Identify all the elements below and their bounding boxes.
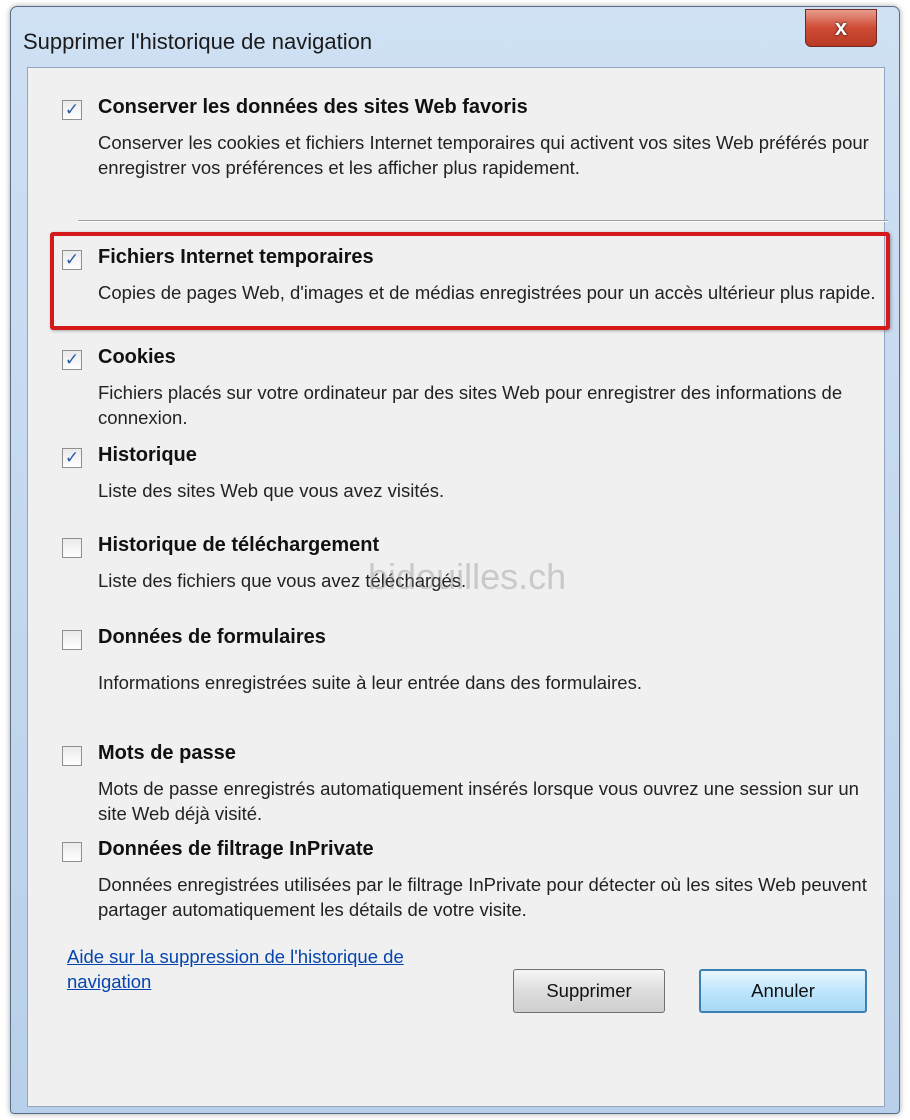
watermark: bidouilles.ch [368,556,567,597]
checkbox-inprivate-filtering[interactable] [62,842,82,862]
option-label: Historique [98,444,197,466]
option-description: Liste des sites Web que vous avez visité… [98,480,445,501]
option-label: Données de formulaires [98,626,326,648]
checkbox-cookies[interactable] [62,350,82,370]
option-description: Mots de passe enregistrés automatiquemen… [98,778,859,824]
cancel-button[interactable]: Annuler [699,969,867,1013]
option-description: Informations enregistrées suite à leur e… [98,672,642,693]
option-label: Conserver les données des sites Web favo… [98,96,528,118]
option-description: Conserver les cookies et fichiers Intern… [98,132,869,178]
option-label: Données de filtrage InPrivate [98,838,374,860]
window-title: Supprimer l'historique de navigation [23,29,373,54]
checkbox-download-history[interactable] [62,538,82,558]
help-link[interactable]: Aide sur la suppression de l'historique … [67,944,467,994]
option-description: Fichiers placés sur votre ordinateur par… [98,382,843,428]
checkbox-passwords[interactable] [62,746,82,766]
separator [78,220,888,222]
close-button[interactable]: x [805,9,877,47]
highlight-frame [50,232,890,330]
close-icon: x [834,15,848,40]
option-description: Données enregistrées utilisées par le fi… [98,874,867,920]
checkbox-form-data[interactable] [62,630,82,650]
dialog-window: Supprimer l'historique de navigation x C… [10,6,900,1114]
checkbox-history[interactable] [62,448,82,468]
delete-button[interactable]: Supprimer [513,969,665,1013]
option-label: Cookies [98,346,176,368]
option-label: Historique de téléchargement [98,534,380,556]
option-label: Mots de passe [98,742,236,764]
checkbox-keep-favorites[interactable] [62,100,82,120]
